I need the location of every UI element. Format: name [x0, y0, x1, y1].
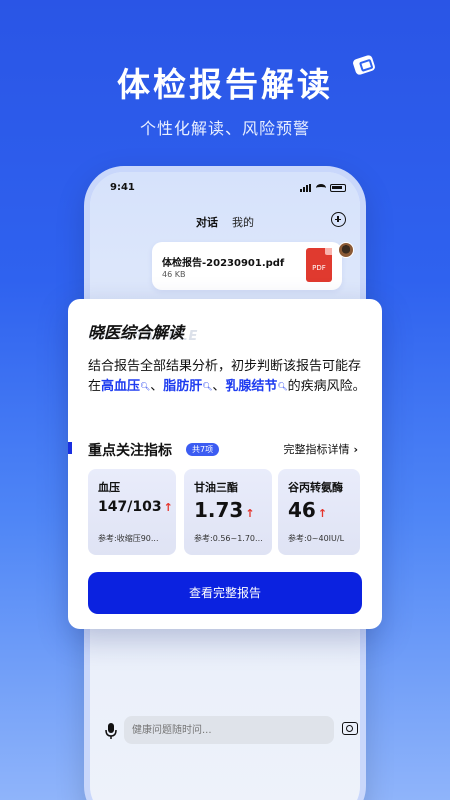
condition-link[interactable]: 乳腺结节: [225, 379, 277, 394]
metric-value: 1.73 ↑: [194, 498, 255, 522]
chevron-right-icon: ›: [353, 443, 358, 456]
signal-icon: [300, 184, 312, 192]
metric-value: 147/103 ↑: [98, 499, 173, 515]
metric-card-alt[interactable]: 谷丙转氨酶 46 ↑ 参考:0~40IU/L: [278, 469, 360, 555]
metric-name: 甘油三酯: [194, 481, 238, 494]
file-size: 46 KB: [162, 270, 186, 279]
tab-chat[interactable]: 对话: [196, 214, 218, 230]
metric-card-triglyceride[interactable]: 甘油三酯 1.73 ↑ 参考:0.56~1.70...: [184, 469, 272, 555]
section-title: 重点关注指标: [88, 443, 172, 459]
file-message[interactable]: 体检报告-20230901.pdf 46 KB PDF: [152, 242, 342, 290]
details-link-label: 完整指标详情: [283, 443, 350, 456]
tab-mine[interactable]: 我的: [232, 214, 254, 230]
details-link[interactable]: 完整指标详情 ›: [283, 441, 358, 457]
camera-icon[interactable]: [342, 722, 358, 735]
interpretation-card: UNSCRAMBLE 晓医综合解读 结合报告全部结果分析，初步判断该报告可能存在…: [68, 299, 382, 629]
hero-subtitle: 个性化解读、风险预警: [139, 119, 310, 138]
wifi-icon: [316, 184, 326, 192]
metric-name: 谷丙转氨酶: [288, 481, 343, 494]
battery-icon: [330, 184, 346, 192]
arrow-up-icon: ↑: [317, 507, 328, 520]
status-bar: 9:41: [90, 182, 360, 198]
hero-title: 体检报告解读: [117, 65, 333, 104]
tab-bar: 对话 我的: [90, 214, 360, 230]
search-icon: 🔍︎: [277, 382, 288, 391]
pdf-file-icon: PDF: [306, 248, 332, 282]
metric-name: 血压: [98, 481, 120, 494]
desc-suffix: 的疾病风险。: [287, 379, 366, 394]
metric-reference: 参考:收缩压90...: [98, 534, 159, 543]
metric-reference: 参考:0.56~1.70...: [194, 534, 263, 543]
status-time: 9:41: [110, 182, 135, 193]
search-icon: 🔍︎: [202, 382, 213, 391]
arrow-up-icon: ↑: [245, 507, 255, 520]
view-full-report-button[interactable]: 查看完整报告: [88, 572, 362, 614]
file-name: 体检报告-20230901.pdf: [162, 258, 285, 269]
card-description: 结合报告全部结果分析，初步判断该报告可能存在高血压🔍︎、脂肪肝🔍︎、乳腺结节🔍︎…: [88, 357, 368, 397]
metric-card-blood-pressure[interactable]: 血压 147/103 ↑ 参考:收缩压90...: [88, 469, 176, 555]
condition-link[interactable]: 脂肪肝: [163, 379, 202, 394]
search-icon: 🔍︎: [140, 382, 151, 391]
section-accent-bar: [68, 442, 72, 454]
count-badge: 共7项: [186, 443, 220, 456]
add-icon[interactable]: [331, 212, 346, 227]
condition-link[interactable]: 高血压: [101, 379, 140, 394]
desc-separator: 、: [150, 379, 164, 394]
status-icons: [300, 184, 346, 192]
microphone-icon[interactable]: [104, 722, 118, 740]
metric-reference: 参考:0~40IU/L: [288, 534, 345, 543]
metric-value: 46 ↑: [288, 498, 328, 522]
card-title: 晓医综合解读: [88, 323, 185, 342]
avatar: [338, 242, 354, 258]
desc-separator: 、: [212, 379, 226, 394]
chat-input-bar: [104, 716, 358, 746]
arrow-up-icon: ↑: [163, 501, 173, 514]
question-input[interactable]: [124, 716, 334, 744]
